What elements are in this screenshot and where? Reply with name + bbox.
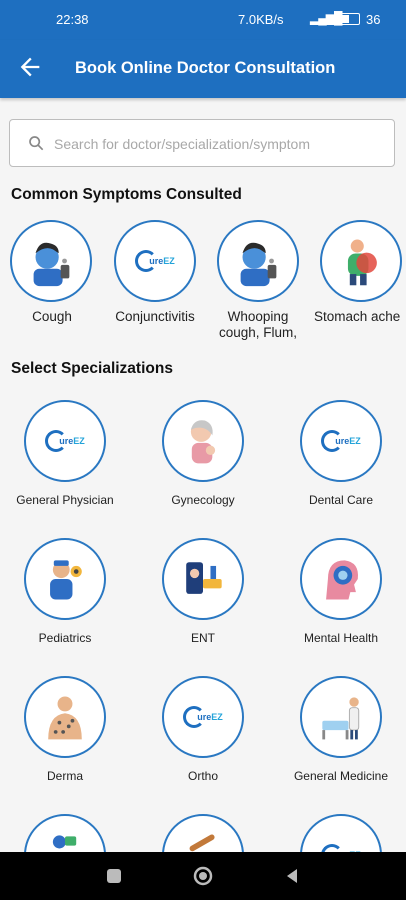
status-time: 22:38 (56, 12, 89, 27)
specialization-label: Gynecology (171, 493, 235, 507)
specialization-general-medicine[interactable] (300, 676, 382, 758)
symptom-whooping-cough[interactable] (217, 220, 299, 302)
mental-health-icon (326, 560, 359, 600)
specialization-mental-health[interactable] (300, 538, 382, 620)
symptom-conjunctivitis[interactable]: ureEZ (114, 220, 196, 302)
page-title: Book Online Doctor Consultation (75, 59, 336, 77)
back-nav-icon[interactable] (282, 866, 302, 886)
symptom-stomach-ache[interactable] (320, 220, 402, 302)
cough-icon (240, 242, 277, 287)
cureez-logo-icon: ureEZ (45, 430, 85, 452)
battery-icon (338, 13, 360, 25)
symptom-label: Stomach ache (314, 309, 401, 324)
system-nav-bar (0, 852, 406, 900)
symptom-cough[interactable] (10, 220, 92, 302)
specialization-label: Pediatrics (38, 631, 92, 645)
derma-icon (48, 696, 82, 740)
search-input[interactable] (52, 128, 386, 160)
status-bar: 22:38 7.0KB/s ▂▄▆█ 36 (0, 0, 406, 40)
cureez-logo-text: ureEZ (335, 436, 361, 446)
cureez-logo-icon: ureEZ (321, 430, 361, 452)
specialization-ortho[interactable]: ureEZ (162, 676, 244, 758)
specialization-pediatrics[interactable] (24, 538, 106, 620)
pediatrics-icon (50, 560, 82, 600)
cureez-logo-text: ureEZ (149, 256, 175, 266)
search-box[interactable] (9, 119, 395, 167)
cureez-logo-icon: ureEZ (135, 250, 175, 272)
specialization-label: General Physician (16, 493, 114, 507)
ent-icon (186, 562, 222, 594)
specialization-label: General Medicine (293, 769, 389, 783)
symptom-label: Whooping cough, Flum, (218, 309, 298, 340)
cough-icon (33, 242, 70, 287)
specialization-label: Ortho (187, 769, 218, 783)
symptom-label: Cough (32, 309, 72, 324)
specialization-gynecology[interactable] (162, 400, 244, 482)
gynecology-icon (190, 420, 216, 464)
specializations-section-title: Select Specializations (11, 360, 173, 377)
back-arrow-icon[interactable] (16, 53, 44, 81)
cureez-logo-text: ureEZ (197, 712, 223, 722)
signal-icon: ▂▄▆█ (310, 11, 342, 25)
specialization-general-physician[interactable]: ureEZ (24, 400, 106, 482)
specialization-derma[interactable] (24, 676, 106, 758)
specialization-label: ENT (191, 631, 215, 645)
recent-apps-icon[interactable] (104, 866, 124, 886)
specialization-label: Dental Care (308, 493, 374, 507)
battery-percent: 36 (366, 12, 381, 27)
specialization-label: Mental Health (303, 631, 379, 645)
specialization-dental-care[interactable]: ureEZ (300, 400, 382, 482)
stomach-ache-icon (347, 239, 377, 286)
specialization-ent[interactable] (162, 538, 244, 620)
home-icon[interactable] (193, 866, 213, 886)
cureez-logo-icon: ureEZ (183, 706, 223, 728)
app-bar: Book Online Doctor Consultation (0, 40, 406, 98)
specialization-label: Derma (46, 769, 83, 783)
cureez-logo-text: ureEZ (59, 436, 85, 446)
search-icon (29, 136, 44, 151)
general-medicine-icon (322, 697, 360, 740)
symptoms-section-title: Common Symptoms Consulted (11, 186, 242, 203)
network-speed: 7.0KB/s (238, 12, 284, 27)
symptom-label: Conjunctivitis (115, 309, 195, 324)
